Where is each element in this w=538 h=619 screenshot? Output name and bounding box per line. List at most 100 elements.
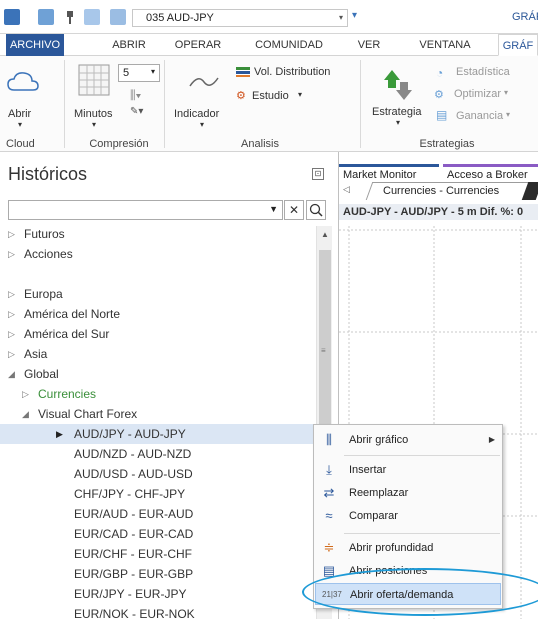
tab-ver[interactable]: VER bbox=[352, 34, 386, 56]
ribbon-tabs: ARCHIVO ABRIR OPERAR COMUNIDAD VER VENTA… bbox=[0, 34, 538, 56]
nav-left-icon[interactable]: ◁ bbox=[343, 184, 350, 195]
tab-archivo[interactable]: ARCHIVO bbox=[6, 34, 64, 56]
menu-item-abrir-profundidad[interactable]: ≑ Abrir profundidad bbox=[315, 537, 501, 559]
tab-operar[interactable]: OPERAR bbox=[170, 34, 226, 56]
vol-distribution-icon bbox=[236, 67, 250, 77]
expand-toggle-icon[interactable]: ◢ bbox=[8, 364, 15, 384]
tree-item-label: Global bbox=[24, 367, 59, 381]
ribbon-separator bbox=[360, 60, 361, 148]
grid-icon[interactable] bbox=[38, 9, 54, 25]
minutos-button[interactable]: Minutos bbox=[74, 108, 113, 120]
tree-item[interactable]: AUD/USD - AUD-USD bbox=[0, 464, 316, 484]
chevron-down-icon: ▾ bbox=[504, 88, 509, 97]
tree-item[interactable]: ◢ Visual Chart Forex bbox=[0, 404, 316, 424]
brush-icon[interactable]: ✎▾ bbox=[130, 106, 143, 117]
expand-toggle-icon[interactable]: ▷ bbox=[22, 384, 29, 404]
strategy-arrows-icon[interactable] bbox=[382, 68, 414, 105]
vol-distribution-button[interactable]: Vol. Distribution bbox=[254, 66, 330, 78]
expand-toggle-icon[interactable]: ▷ bbox=[8, 324, 15, 344]
tree-item-label: EUR/JPY - EUR-JPY bbox=[74, 587, 187, 601]
compression-value-input[interactable]: 5 ▾ bbox=[118, 64, 160, 82]
chevron-down-icon: ▾ bbox=[506, 110, 511, 119]
tree-item[interactable]: ▷ Europa bbox=[0, 284, 316, 304]
expand-toggle-icon[interactable]: ▷ bbox=[8, 224, 15, 244]
tree-item[interactable]: ▷ Asia bbox=[0, 344, 316, 364]
menu-item-label: Comparar bbox=[349, 510, 398, 522]
tree-item[interactable]: ▷ Futuros bbox=[0, 224, 316, 244]
tree-item[interactable]: EUR/AUD - EUR-AUD bbox=[0, 504, 316, 524]
tab-comunidad[interactable]: COMUNIDAD bbox=[248, 34, 330, 56]
tree-item[interactable]: EUR/CAD - EUR-CAD bbox=[0, 524, 316, 544]
expand-toggle-icon[interactable]: ▷ bbox=[8, 244, 15, 264]
tree-item[interactable]: ▷ América del Sur bbox=[0, 324, 316, 344]
open-cloud-button[interactable]: Abrir bbox=[8, 108, 31, 120]
pin-icon[interactable] bbox=[62, 9, 78, 25]
tree-item[interactable]: EUR/GBP - EUR-GBP bbox=[0, 564, 316, 584]
tab-abrir[interactable]: ABRIR bbox=[104, 34, 154, 56]
tree-item[interactable]: EUR/NOK - EUR-NOK bbox=[0, 604, 316, 619]
menu-item-comparar[interactable]: ≈ Comparar bbox=[315, 505, 501, 527]
replace-icon: ⇄ bbox=[323, 485, 335, 500]
expand-toggle-icon[interactable]: ◢ bbox=[22, 404, 29, 424]
search-button[interactable] bbox=[306, 200, 326, 220]
indicador-button[interactable]: Indicador bbox=[174, 108, 219, 120]
estadistica-button[interactable]: Estadística bbox=[456, 66, 510, 78]
title-bar: 035 AUD-JPY ▾ ▾ GRÁF bbox=[0, 0, 538, 34]
search-icon bbox=[309, 203, 323, 217]
tree-item[interactable]: ▶ AUD/JPY - AUD-JPY bbox=[0, 424, 316, 444]
expand-toggle-icon[interactable]: ▷ bbox=[8, 284, 15, 304]
compare-icon: ≈ bbox=[325, 508, 333, 523]
tree-item-label: Acciones bbox=[24, 247, 73, 261]
tree-item[interactable]: ◢ Global bbox=[0, 364, 316, 384]
menu-item-abrir-posiciones[interactable]: ▤ Abrir posiciones bbox=[315, 560, 501, 582]
template-icon[interactable] bbox=[110, 9, 126, 25]
tree-item-label: AUD/JPY - AUD-JPY bbox=[74, 427, 186, 441]
tree-item[interactable]: AUD/NZD - AUD-NZD bbox=[0, 444, 316, 464]
search-input[interactable]: ▼ bbox=[8, 200, 283, 220]
expand-toggle-icon[interactable]: ▶ bbox=[56, 424, 63, 444]
layout-icon[interactable] bbox=[84, 9, 100, 25]
tree-item[interactable]: EUR/CHF - EUR-CHF bbox=[0, 544, 316, 564]
menu-item-abrir-grafico[interactable]: ⫼ Abrir gráfico ▶ bbox=[315, 429, 501, 451]
tree-item[interactable]: ▷ América del Norte bbox=[0, 304, 316, 324]
study-icon: ⚙ bbox=[236, 90, 246, 102]
tree-item[interactable]: ▷ Currencies bbox=[0, 384, 316, 404]
chevron-down-icon[interactable]: ▼ bbox=[269, 204, 278, 214]
document-selector[interactable]: 035 AUD-JPY ▾ bbox=[132, 9, 348, 27]
optimizar-button[interactable]: Optimizar bbox=[454, 88, 501, 100]
ribbon-separator bbox=[64, 60, 65, 148]
tree-item[interactable]: CHF/JPY - CHF-JPY bbox=[0, 484, 316, 504]
expand-toggle-icon[interactable]: ▷ bbox=[8, 304, 15, 324]
group-label-cloud: Cloud bbox=[6, 138, 35, 150]
estudio-button[interactable]: Estudio bbox=[252, 90, 289, 102]
bars-icon[interactable]: ⫼▾ bbox=[130, 88, 141, 103]
filter-icon[interactable]: ▾ bbox=[352, 10, 357, 21]
expand-toggle-icon[interactable]: ▷ bbox=[8, 344, 15, 364]
estrategia-button[interactable]: Estrategia bbox=[372, 106, 422, 118]
tab-ventana[interactable]: VENTANA bbox=[414, 34, 476, 56]
chart-bars-icon: ⫼ bbox=[326, 432, 332, 447]
chevron-down-icon: ▾ bbox=[150, 67, 155, 76]
app-logo-icon[interactable] bbox=[4, 9, 20, 25]
ganancia-button[interactable]: Ganancia bbox=[456, 110, 503, 122]
menu-item-reemplazar[interactable]: ⇄ Reemplazar bbox=[315, 482, 501, 504]
tree-item[interactable]: EUR/JPY - EUR-JPY bbox=[0, 584, 316, 604]
tree-item[interactable]: ▷ Acciones bbox=[0, 244, 316, 264]
clear-search-button[interactable]: ✕ bbox=[284, 200, 304, 220]
menu-item-insertar[interactable]: ⤓ Insertar bbox=[315, 459, 501, 481]
tab-acceso-broker[interactable]: Acceso a Broker bbox=[443, 164, 538, 182]
ribbon: Abrir ▾ 5 ▾ ⫼▾ ✎▾ Minutos ▾ Indicador ▾ … bbox=[0, 56, 538, 152]
cloud-icon[interactable] bbox=[6, 70, 40, 97]
tab-market-monitor[interactable]: Market Monitor bbox=[339, 164, 439, 182]
tab-grafico[interactable]: GRÁF bbox=[498, 34, 538, 56]
menu-item-abrir-oferta-demanda[interactable]: 21|37 Abrir oferta/demanda bbox=[315, 583, 501, 605]
scrollbar-thumb[interactable] bbox=[319, 250, 331, 430]
pin-panel-icon[interactable]: ⊡ bbox=[312, 168, 324, 180]
calendar-grid-icon[interactable] bbox=[78, 64, 110, 99]
tree-item-label: Currencies bbox=[38, 387, 97, 401]
scroll-up-icon[interactable]: ▲ bbox=[321, 230, 329, 239]
right-tabs: Market Monitor Acceso a Broker bbox=[339, 164, 538, 182]
subtab-label: Currencies - Currencies bbox=[383, 185, 500, 197]
indicator-wave-icon[interactable] bbox=[188, 72, 220, 95]
tree-item-label: AUD/USD - AUD-USD bbox=[74, 467, 193, 481]
